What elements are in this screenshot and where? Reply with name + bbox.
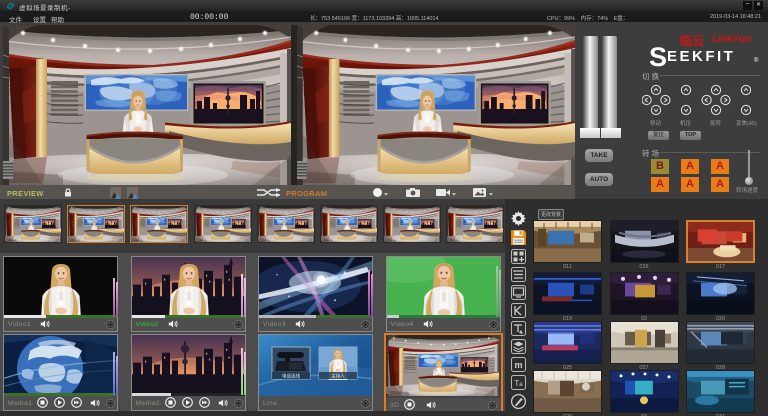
svg-text:m: m xyxy=(514,360,522,370)
svg-text:主持人: 主持人 xyxy=(331,373,345,380)
svg-text:Ta: Ta xyxy=(514,379,523,388)
svg-text:电话连线: 电话连线 xyxy=(282,373,300,380)
